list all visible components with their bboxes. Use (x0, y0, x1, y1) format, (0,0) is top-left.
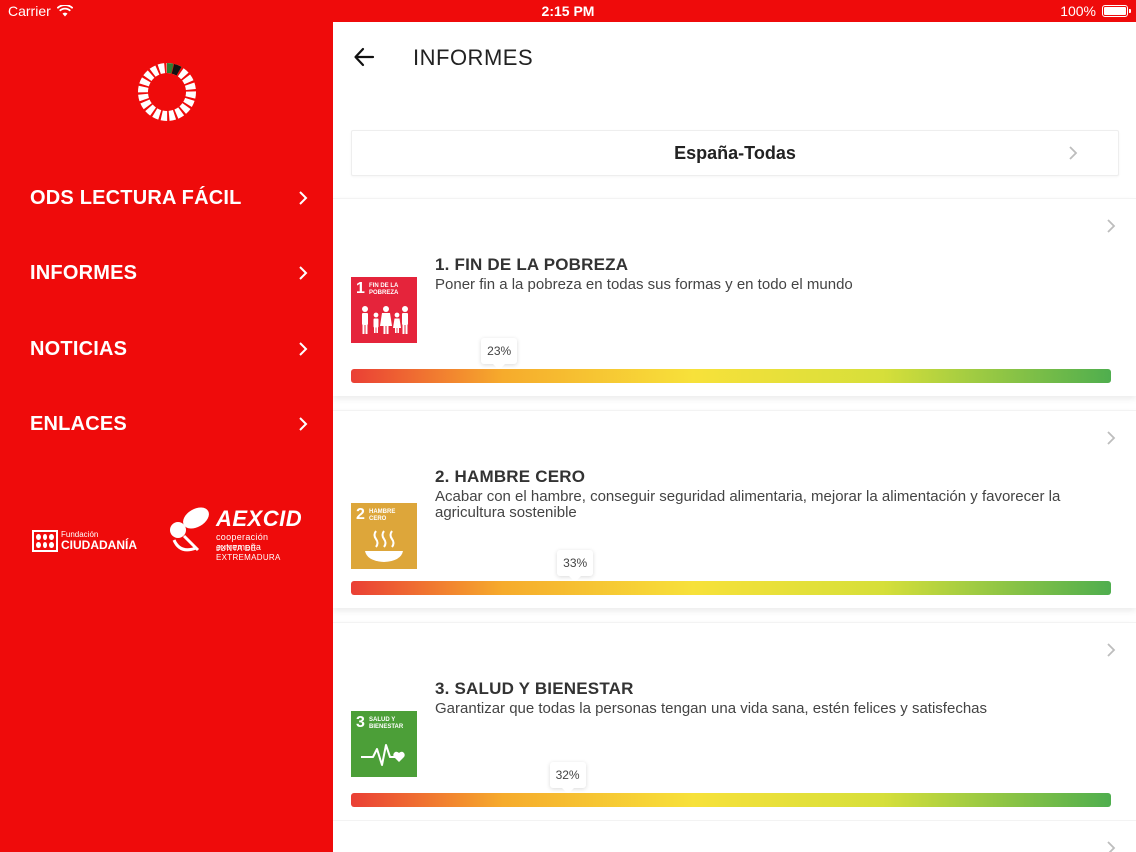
chevron-right-icon (1069, 146, 1078, 160)
goal-card[interactable]: 2 HAMBRE CERO 2. HAMBRE CERO Acabar con … (333, 410, 1136, 608)
wifi-icon (56, 5, 73, 17)
sidebar-item-noticias[interactable]: NOTICIAS (30, 329, 310, 369)
goal-title: 2. HAMBRE CERO (435, 467, 586, 486)
battery-label: 100% (1060, 3, 1096, 19)
aexcid-logo[interactable]: AEXCID cooperación extremeña JUNTA DE EX… (166, 500, 306, 562)
chevron-right-icon (299, 417, 308, 431)
main-content: INFORMES España-Todas 1 FIN DE LA POBREZ… (333, 22, 1136, 852)
progress-bar (351, 369, 1111, 383)
goal-number: 3 (356, 714, 365, 731)
goal-title: 1. FIN DE LA POBREZA (435, 255, 629, 274)
top-bar: INFORMES (333, 22, 1136, 96)
page-title: INFORMES (413, 45, 534, 70)
goal-card[interactable]: 3 SALUD Y BIENESTAR 3. SALUD Y BIENESTAR… (333, 622, 1136, 820)
progress-bar (351, 581, 1111, 595)
goal-number: 1 (356, 280, 365, 297)
goal-description: Acabar con el hambre, conseguir segurida… (435, 488, 1061, 521)
sidebar-item-ods-lectura-facil[interactable]: ODS LECTURA FÁCIL (30, 178, 310, 218)
sidebar: ODS LECTURA FÁCIL INFORMES NOTICIAS ENLA… (0, 22, 333, 852)
grid-icon (32, 530, 58, 552)
bowl-icon (365, 530, 403, 562)
battery-icon (1102, 5, 1131, 17)
goal-caption: FIN DE LA POBREZA (369, 283, 399, 296)
sidebar-item-label: INFORMES (30, 261, 138, 284)
region-selector[interactable]: España-Todas (351, 130, 1119, 176)
ods-wheel-logo (138, 62, 196, 121)
progress-bar (351, 793, 1111, 807)
goal-caption: HAMBRE CERO (369, 509, 396, 522)
status-bar: Carrier 2:15 PM 100% (0, 0, 1136, 22)
chevron-right-icon (299, 342, 308, 356)
sidebar-item-label: NOTICIAS (30, 337, 128, 360)
goal-number: 2 (356, 506, 365, 523)
goal-2-badge: 2 HAMBRE CERO (351, 503, 417, 569)
chevron-right-icon (1107, 841, 1116, 852)
chevron-right-icon (1107, 219, 1116, 233)
aexcid-mark-icon (170, 507, 209, 552)
sidebar-item-label: ENLACES (30, 412, 127, 435)
status-time: 2:15 PM (541, 3, 595, 19)
chevron-right-icon (299, 266, 308, 280)
fundacion-ciudadania-logo[interactable]: Fundación CIUDADANÍA (32, 530, 137, 552)
family-icon (362, 306, 408, 334)
goal-3-badge: 3 SALUD Y BIENESTAR (351, 711, 417, 777)
goal-card-partial[interactable] (333, 820, 1136, 852)
status-right: 100% (1060, 3, 1131, 19)
region-selector-label: España-Todas (674, 142, 796, 163)
heartbeat-icon (361, 744, 405, 766)
goal-description: Garantizar que todas la personas tengan … (435, 700, 988, 717)
fundacion-big-text: CIUDADANÍA (61, 538, 137, 552)
status-left: Carrier (8, 3, 73, 19)
sidebar-item-enlaces[interactable]: ENLACES (30, 404, 310, 444)
chevron-right-icon (299, 191, 308, 205)
progress-label: 32% (549, 762, 586, 788)
goal-caption: SALUD Y BIENESTAR (369, 717, 404, 730)
sidebar-item-label: ODS LECTURA FÁCIL (30, 186, 242, 209)
aexcid-name: AEXCID (216, 506, 303, 531)
goal-1-badge: 1 FIN DE LA POBREZA (351, 277, 417, 343)
goal-description: Poner fin a la pobreza en todas sus form… (435, 276, 853, 293)
carrier-label: Carrier (8, 3, 51, 19)
back-arrow-icon[interactable] (353, 46, 375, 68)
sidebar-item-informes[interactable]: INFORMES (30, 253, 310, 293)
chevron-right-icon (1107, 431, 1116, 445)
goal-title: 3. SALUD Y BIENESTAR (435, 679, 634, 698)
progress-label: 23% (481, 338, 518, 364)
chevron-right-icon (1107, 643, 1116, 657)
partner-logos: Fundación CIUDADANÍA AEXCID cooperación … (30, 500, 306, 562)
aexcid-subtitle-2: JUNTA DE EXTREMADURA (216, 544, 281, 562)
progress-label: 33% (557, 550, 594, 576)
goal-card[interactable]: 1 FIN DE LA POBREZA 1. FIN DE LA POBREZA… (333, 198, 1136, 396)
